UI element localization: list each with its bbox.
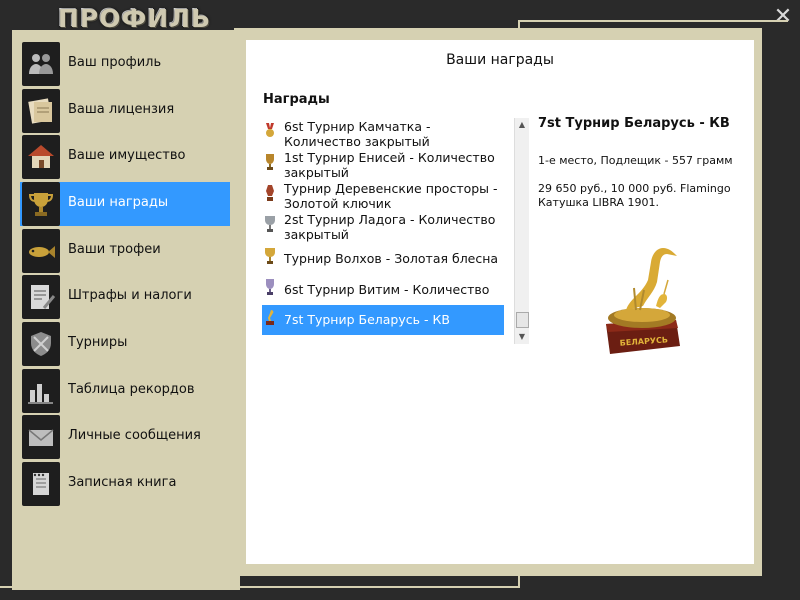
stork-trophy-image: БЕЛАРУСЬ: [606, 248, 680, 354]
content-panel: Ваши награды Награды 6st Турнир Камчатка…: [246, 40, 754, 564]
awards-heading: Награды: [263, 92, 330, 107]
list-item[interactable]: 6st Турнир Витим - Количество: [262, 275, 504, 305]
list-item[interactable]: Турнир Деревенские просторы - Золотой клю…: [262, 181, 504, 213]
gold-cup-icon: [265, 248, 275, 264]
frame-accent-line: [518, 20, 788, 22]
scroll-thumb[interactable]: [516, 312, 529, 328]
sidebar-item-awards[interactable]: Ваши награды: [20, 182, 230, 226]
award-detail-prize: 29 650 руб., 10 000 руб. Flamingo Катушк…: [538, 182, 731, 209]
award-name-line: 1st Турнир Енисей - Количество: [284, 150, 495, 165]
window-title: ПРОФИЛЬ: [58, 4, 212, 33]
award-name-line: 6st Турнир Камчатка -: [284, 119, 431, 134]
sidebar-item-fines[interactable]: Штрафы и налоги: [20, 275, 230, 319]
sidebar-item-label: Таблица рекордов: [68, 382, 195, 397]
sidebar-item-tournaments[interactable]: Турниры: [20, 322, 230, 366]
sidebar-item-label: Личные сообщения: [68, 428, 201, 443]
silver-cup-icon: [265, 216, 275, 232]
sidebar-item-records[interactable]: Таблица рекордов: [20, 369, 230, 413]
medal-icon: [266, 123, 274, 137]
fish-icon: [22, 229, 60, 273]
sidebar-item-label: Ваши награды: [68, 195, 169, 210]
sidebar-item-label: Турниры: [68, 335, 128, 350]
sidebar-item-label: Записная книга: [68, 475, 177, 490]
tournament-shield-icon: [22, 322, 60, 366]
award-detail-title: 7st Турнир Беларусь - КВ: [538, 116, 730, 131]
sidebar-item-profile[interactable]: Ваш профиль: [20, 42, 230, 86]
fine-document-icon: [22, 275, 60, 319]
scroll-down-icon[interactable]: ▼: [515, 330, 529, 344]
cup-icon: [266, 154, 274, 170]
stork-trophy-icon: [266, 310, 274, 325]
sidebar-item-label: Ваша лицензия: [68, 102, 175, 117]
trophy-icon: [22, 182, 60, 226]
list-item-selected[interactable]: 7st Турнир Беларусь - КВ: [262, 305, 504, 335]
sidebar-item-label: Ваши трофеи: [68, 242, 161, 257]
envelope-icon: [22, 415, 60, 459]
close-icon[interactable]: ✕: [772, 6, 794, 28]
sidebar-item-label: Штрафы и налоги: [68, 288, 192, 303]
list-item[interactable]: Турнир Волхов - Золотая блесна: [262, 244, 504, 274]
award-name-line: Золотой ключик: [284, 196, 392, 211]
award-detail-place: 1-е место, Подлещик - 557 грамм: [538, 154, 733, 167]
page-title: Ваши награды: [446, 52, 554, 68]
people-icon: [22, 42, 60, 86]
award-name-line: 2st Турнир Ладога - Количество: [284, 212, 496, 227]
award-name-line: 6st Турнир Витим - Количество: [284, 282, 490, 297]
sidebar-item-label: Ваш профиль: [68, 55, 162, 70]
sidebar-item-trophies[interactable]: Ваши трофеи: [20, 229, 230, 273]
list-item[interactable]: 6st Турнир Камчатка - Количество закрытый: [262, 119, 504, 151]
sidebar-item-messages[interactable]: Личные сообщения: [20, 415, 230, 459]
award-name-line: закрытый: [284, 165, 349, 180]
license-icon: [22, 89, 60, 133]
cup-icon: [266, 279, 274, 295]
award-name-line: Турнир Волхов - Золотая блесна: [284, 251, 499, 266]
bar-chart-icon: [22, 369, 60, 413]
list-item[interactable]: 1st Турнир Енисей - Количество закрытый: [262, 150, 504, 182]
award-name-line: закрытый: [284, 227, 349, 242]
award-name-line: Турнир Деревенские просторы -: [284, 181, 498, 196]
sidebar-item-label: Ваше имущество: [68, 148, 186, 163]
sidebar-item-notebook[interactable]: Записная книга: [20, 462, 230, 506]
vase-trophy-icon: [266, 185, 274, 201]
awards-list[interactable]: 6st Турнир Камчатка - Количество закрытый…: [262, 116, 504, 342]
award-name-line: Количество закрытый: [284, 134, 430, 149]
award-name-line: 7st Турнир Беларусь - КВ: [284, 312, 450, 327]
house-icon: [22, 135, 60, 179]
sidebar-item-license[interactable]: Ваша лицензия: [20, 89, 230, 133]
list-item[interactable]: 2st Турнир Ладога - Количество закрытый: [262, 212, 504, 244]
awards-scrollbar[interactable]: ▲ ▼: [514, 118, 529, 344]
notebook-icon: [22, 462, 60, 506]
scroll-up-icon[interactable]: ▲: [515, 118, 529, 132]
sidebar-item-property[interactable]: Ваше имущество: [20, 135, 230, 179]
